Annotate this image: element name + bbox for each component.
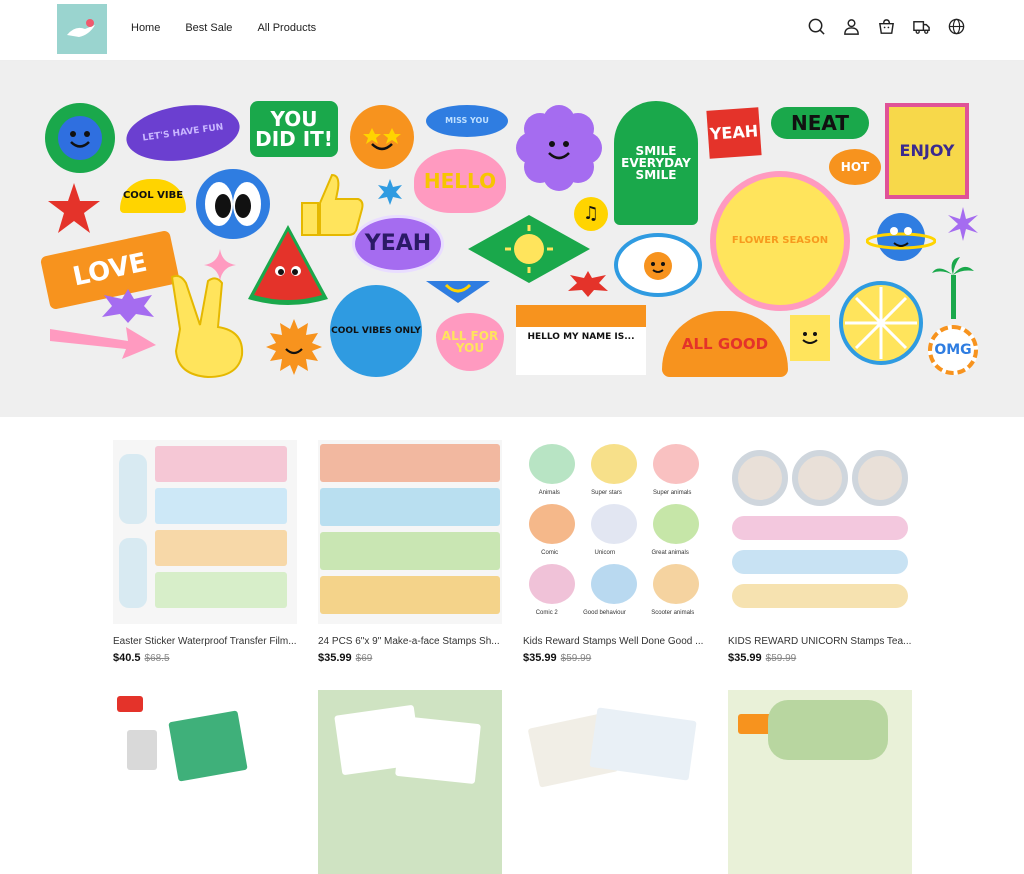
orange-fruit-sticker [614, 233, 702, 297]
product-image-unicorn-stamps[interactable] [728, 440, 912, 624]
blue-burst-sticker [377, 179, 403, 205]
product-old-price: $69 [355, 653, 373, 664]
cart-icon[interactable] [876, 16, 896, 36]
stamp-label: Great animals [651, 550, 689, 556]
all-for-you-sticker: ALL FOR YOU [436, 313, 504, 371]
account-icon[interactable] [841, 16, 861, 36]
product-card-make-a-face[interactable]: 24 PCS 6"x 9" Make-a-face Stamps Sh... $… [318, 440, 502, 664]
all-good-sticker: ALL GOOD [662, 311, 788, 377]
nav-all-products[interactable]: All Products [257, 22, 316, 34]
stamp-label: Unicorn [594, 550, 616, 556]
product-title[interactable]: Easter Sticker Waterproof Transfer Film.… [113, 636, 297, 647]
stamp-label: Animals [538, 490, 560, 496]
purple-sparkle-sticker [946, 207, 980, 241]
product-image-row2-3[interactable] [523, 690, 707, 874]
product-title[interactable]: 24 PCS 6"x 9" Make-a-face Stamps Sh... [318, 636, 502, 647]
watermelon-sticker [246, 221, 330, 305]
orange-sun-sticker [266, 319, 322, 375]
stamp-label: Scooter animals [651, 610, 695, 616]
product-card-easter-sticker[interactable]: Easter Sticker Waterproof Transfer Film.… [113, 440, 297, 664]
product-card-row2-1[interactable] [113, 690, 297, 874]
yellow-smiley-stamp-sticker [790, 315, 830, 361]
store-logo[interactable] [57, 4, 107, 54]
product-image-easter-sticker[interactable] [113, 440, 297, 624]
omg-sticker: OMG [928, 325, 978, 375]
product-price: $35.99 [523, 652, 557, 664]
purple-flower-smiley-sticker [514, 103, 604, 193]
hot-sticker: HOT [829, 149, 881, 185]
product-image-row2-2[interactable] [318, 690, 502, 874]
product-card-kids-reward-stamps[interactable]: Animals Super stars Super animals Comic … [523, 440, 707, 664]
product-old-price: $59.99 [765, 653, 797, 664]
product-image-kids-reward-stamps[interactable]: Animals Super stars Super animals Comic … [523, 440, 707, 624]
product-old-price: $59.99 [560, 653, 592, 664]
product-image-row2-1[interactable] [113, 690, 297, 874]
product-title[interactable]: KIDS REWARD UNICORN Stamps Tea... [728, 636, 912, 647]
hero-banner[interactable]: LET'S HAVE FUN YOU DID IT! MISS YOU SMIL… [0, 61, 1024, 417]
lets-have-fun-sticker: LET'S HAVE FUN [122, 98, 244, 168]
palm-tree-sticker [930, 257, 976, 319]
stamp-label: Good behaviour [583, 610, 626, 616]
site-header: Home Best Sale All Products [0, 0, 1024, 61]
main-nav: Home Best Sale All Products [131, 22, 316, 34]
flower-season-sticker: FLOWER SEASON [710, 171, 850, 311]
header-actions [806, 16, 966, 36]
product-price: $40.5 [113, 652, 141, 664]
product-image-make-a-face[interactable] [318, 440, 502, 624]
cool-vibe-sticker: COOL VIBE [120, 179, 186, 213]
product-card-unicorn-stamps[interactable]: KIDS REWARD UNICORN Stamps Tea... $35.99… [728, 440, 912, 664]
hello-lips-sticker: HELLO [414, 149, 506, 213]
hello-my-name-is-sticker: HELLO MY NAME IS... [516, 305, 646, 375]
product-price: $35.99 [318, 652, 352, 664]
you-did-it-sticker: YOU DID IT! [250, 101, 338, 157]
product-title[interactable]: Kids Reward Stamps Well Done Good ... [523, 636, 707, 647]
peace-hand-sticker [156, 269, 252, 381]
stamp-label: Comic 2 [535, 610, 558, 616]
product-card-row2-4[interactable] [728, 690, 912, 874]
red-star-sticker [46, 181, 102, 237]
stamp-label: Super stars [591, 490, 622, 496]
globe-icon[interactable] [946, 16, 966, 36]
yeah-purple-sticker: YEAH [352, 215, 444, 273]
enjoy-sticker: ENJOY [885, 103, 969, 199]
smiley-circle-sticker [45, 103, 115, 173]
neat-sticker: NEAT [771, 107, 869, 139]
star-eyes-smiley-sticker [350, 105, 414, 169]
blue-eye-sticker [424, 271, 492, 305]
lemon-sticker [838, 279, 924, 367]
smile-everyday-sticker: SMILE EVERYDAY SMILE [614, 101, 698, 225]
nav-home[interactable]: Home [131, 22, 160, 34]
product-old-price: $68.5 [144, 653, 170, 664]
product-card-row2-3[interactable] [523, 690, 707, 874]
purple-burst-sticker [100, 289, 156, 323]
product-price: $35.99 [728, 652, 762, 664]
miss-you-sticker: MISS YOU [426, 105, 508, 137]
track-order-icon[interactable] [911, 16, 931, 36]
pink-arrow-sticker [48, 321, 158, 361]
cool-vibes-only-sticker: COOL VIBES ONLY [330, 285, 422, 377]
product-image-row2-4[interactable] [728, 690, 912, 874]
stamp-label: Super animals [653, 490, 692, 496]
nav-best-sale[interactable]: Best Sale [185, 22, 232, 34]
planet-smiley-sticker [866, 205, 936, 269]
yeah-red-sticker: YEAH [706, 107, 762, 159]
stamp-label: Comic [541, 550, 559, 556]
hand-heart-logo-icon [67, 19, 95, 37]
search-icon[interactable] [806, 16, 826, 36]
product-card-row2-2[interactable] [318, 690, 502, 874]
red-starburst-sticker [568, 271, 608, 297]
